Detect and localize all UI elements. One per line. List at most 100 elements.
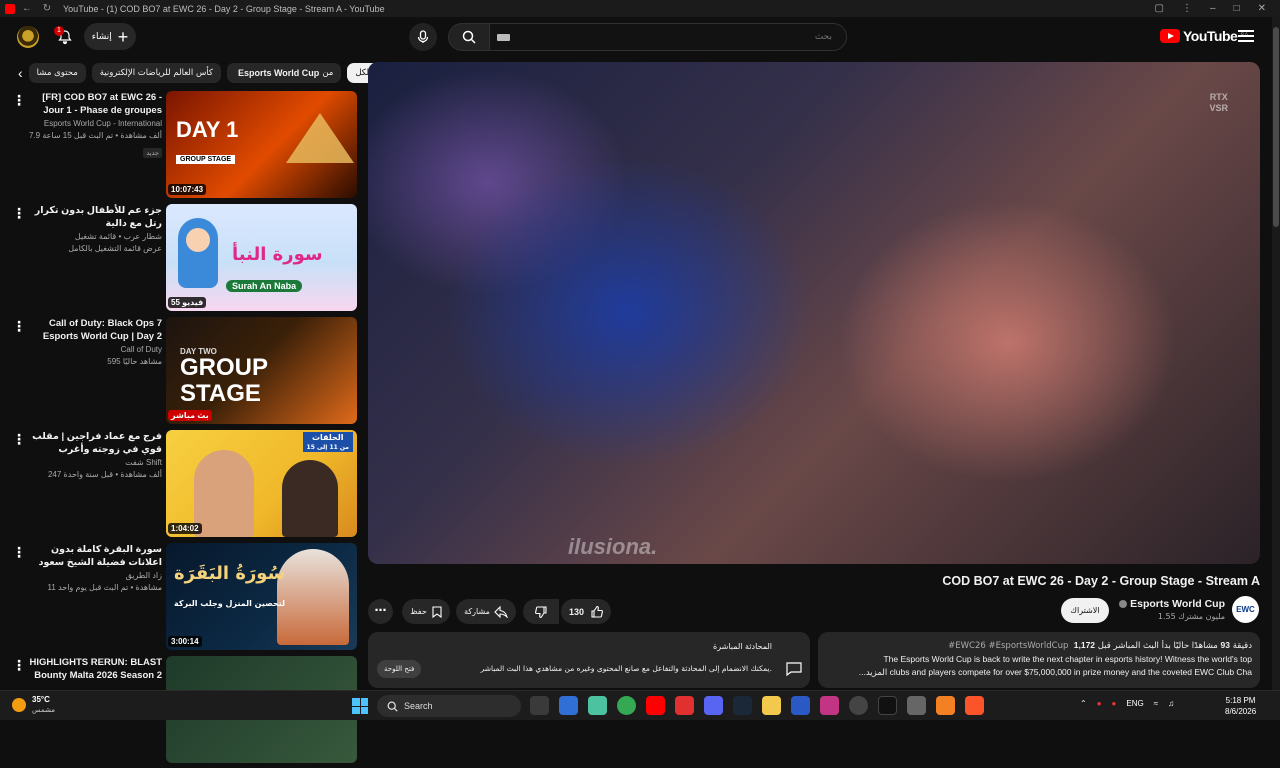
create-button[interactable]: إنشاء + [84, 23, 136, 50]
channel-name-text: Esports World Cup [1130, 598, 1225, 610]
list-item[interactable]: ⋮ جزء عم للأطفال بدون تكرار رتل مع دالية… [10, 203, 358, 316]
search-button[interactable] [448, 23, 490, 51]
more-options-icon[interactable]: ⋮ [12, 93, 26, 108]
video-title[interactable]: سورة البقرة كاملة بدون اعلانات فضيلة الش… [28, 543, 162, 569]
video-thumbnail[interactable]: سُورَةُ البَقَرَة لتحصين المنزل وجلب الب… [166, 543, 357, 650]
more-options-icon[interactable]: ⋮ [12, 319, 26, 334]
player-watermark: RTX VSR [1209, 92, 1228, 114]
youtube-play-icon [1160, 29, 1180, 43]
account-avatar[interactable] [17, 26, 39, 48]
like-button[interactable]: 130 [561, 599, 611, 624]
chip-from-channel-prefix: من [322, 68, 334, 78]
dislike-button[interactable] [523, 599, 559, 624]
weather-widget[interactable]: 35°C مشمس [12, 695, 55, 715]
chip-other[interactable]: محتوى مشا [28, 63, 86, 83]
list-item[interactable]: ⋮ سورة البقرة كاملة بدون اعلانات فضيلة ا… [10, 542, 358, 655]
list-item[interactable]: ⋮ [FR] COD BO7 at EWC 26 - Jour 1 - Phas… [10, 90, 358, 203]
subscribe-button[interactable]: الاشتراك [1061, 598, 1109, 623]
reload-icon[interactable]: ↻ [39, 3, 55, 14]
close-button[interactable]: ✕ [1258, 3, 1266, 14]
open-panel-button[interactable]: فتح اللوحة [377, 660, 422, 678]
youtube-app-icon[interactable] [646, 696, 665, 715]
create-label: إنشاء [91, 31, 112, 41]
task-view-icon[interactable] [530, 696, 549, 715]
taskbar-search[interactable]: Search [377, 695, 521, 717]
search-field[interactable] [489, 23, 847, 51]
youtube-logo[interactable]: YouTube SA [1160, 28, 1248, 44]
video-title[interactable]: جزء عم للأطفال بدون تكرار رتل مع دالية [28, 204, 162, 230]
channel-name[interactable]: Esports World Cup - International [28, 118, 162, 130]
browser-menu-icon[interactable]: ⋮ [1182, 3, 1192, 14]
channel-avatar[interactable]: EWC [1232, 596, 1259, 623]
scrollbar-thumb[interactable] [1273, 27, 1279, 227]
brave-icon[interactable] [965, 696, 984, 715]
video-title[interactable]: [FR] COD BO7 at EWC 26 - Jour 1 - Phase … [28, 91, 162, 117]
steam-icon[interactable] [733, 696, 752, 715]
discord-icon[interactable] [704, 696, 723, 715]
channel-name[interactable]: زاد الطريق [28, 570, 162, 582]
save-label: حفظ [410, 607, 427, 616]
minimize-button[interactable]: – [1210, 3, 1216, 14]
app-icon-blue[interactable] [791, 696, 810, 715]
taskbar-clock[interactable]: 5:18 PM 8/6/2026 [1225, 695, 1256, 717]
chip-from-channel[interactable]: Esports World Cup من [226, 63, 342, 83]
extensions-icon[interactable]: ▢ [1155, 3, 1164, 14]
window-title: YouTube - (1) COD BO7 at EWC 26 - Day 2 … [63, 3, 385, 14]
more-actions-icon[interactable]: ⋯ [368, 599, 393, 624]
more-options-icon[interactable]: ⋮ [12, 658, 26, 673]
thumbnail-text-line1: الحلقات [311, 433, 344, 442]
tray-app-icon-2[interactable]: ● [1112, 699, 1117, 708]
windows-start-icon[interactable] [352, 698, 368, 714]
more-options-icon[interactable]: ⋮ [12, 432, 26, 447]
subscriber-count: 1.55 مليون مشترك [1157, 612, 1225, 621]
list-item[interactable]: ⋮ فرج مع عماد فراجين | مقلب قوي في زوجته… [10, 429, 358, 542]
video-thumbnail[interactable]: سورة النبأ Surah An Naba 55 فيديو [166, 204, 357, 311]
description-hashtags[interactable]: #EWC26 #EsportsWorldCup [948, 641, 1068, 651]
channel-name[interactable]: شفت Shift [28, 457, 162, 469]
tray-app-icon[interactable]: ● [1097, 699, 1102, 708]
list-item[interactable]: ⋮ Call of Duty: Black Ops 7 Esports Worl… [10, 316, 358, 429]
new-badge: جديد [143, 148, 162, 158]
channel-name[interactable]: Call of Duty [28, 344, 162, 356]
app-icon-red[interactable] [675, 696, 694, 715]
language-indicator[interactable]: ENG [1126, 699, 1143, 708]
instagram-icon[interactable] [820, 696, 839, 715]
video-thumbnail[interactable]: الحلقات من 11 إلى 15 1:04:02 [166, 430, 357, 537]
voice-search-button[interactable] [409, 23, 437, 51]
chip-scroll-left-icon[interactable]: ‹ [18, 62, 23, 84]
file-explorer-icon[interactable] [762, 696, 781, 715]
more-options-icon[interactable]: ⋮ [12, 206, 26, 221]
video-title[interactable]: HIGHLIGHTS RERUN: BLAST Bounty Malta 202… [28, 656, 162, 682]
search-input[interactable] [490, 24, 846, 50]
maximize-button[interactable]: □ [1234, 3, 1240, 14]
app-icon-active[interactable] [588, 696, 607, 715]
video-title[interactable]: فرج مع عماد فراجين | مقلب قوي في زوجته و… [28, 430, 162, 456]
cloud-icon[interactable] [936, 696, 955, 715]
app-icon-grey[interactable] [907, 696, 926, 715]
duration-badge: 10:07:43 [168, 184, 207, 195]
channel-name[interactable]: شطار عرب • قائمة تشغيل [28, 231, 162, 243]
video-player[interactable]: RTX VSR ilusiona. [368, 62, 1260, 564]
tray-expand-icon[interactable]: ⌃ [1080, 699, 1087, 708]
page-scrollbar[interactable] [1272, 17, 1280, 690]
thumbnail-text: سورة النبأ [232, 244, 323, 265]
volume-icon[interactable]: ♫ [1168, 699, 1174, 708]
description-panel[interactable]: #EWC26 #EsportsWorldCup دقيقة 93 مشاهدًا… [818, 632, 1260, 688]
video-thumbnail[interactable]: DAY 1 GROUP STAGE 10:07:43 [166, 91, 357, 198]
keyboard-icon[interactable] [497, 34, 510, 41]
wifi-icon[interactable]: ≈ [1154, 699, 1158, 708]
thumbnail-text: سُورَةُ البَقَرَة [174, 563, 286, 584]
store-icon[interactable] [559, 696, 578, 715]
more-options-icon[interactable]: ⋮ [12, 545, 26, 560]
hamburger-menu-icon[interactable] [1238, 28, 1254, 44]
video-title[interactable]: Call of Duty: Black Ops 7 Esports World … [28, 317, 162, 343]
back-icon[interactable]: ← [19, 3, 35, 14]
app-icon-gear[interactable] [849, 696, 868, 715]
share-button[interactable]: مشاركة [456, 599, 516, 624]
tiktok-icon[interactable] [878, 696, 897, 715]
save-button[interactable]: حفظ [402, 599, 450, 624]
weather-condition: مشمس [32, 706, 55, 714]
chrome-icon[interactable] [617, 696, 636, 715]
video-thumbnail[interactable]: DAY TWO GROUP STAGE بث مباشر [166, 317, 357, 424]
chip-esports-world-cup-ar[interactable]: كأس العالم للرياضات الإلكترونية [91, 63, 221, 83]
